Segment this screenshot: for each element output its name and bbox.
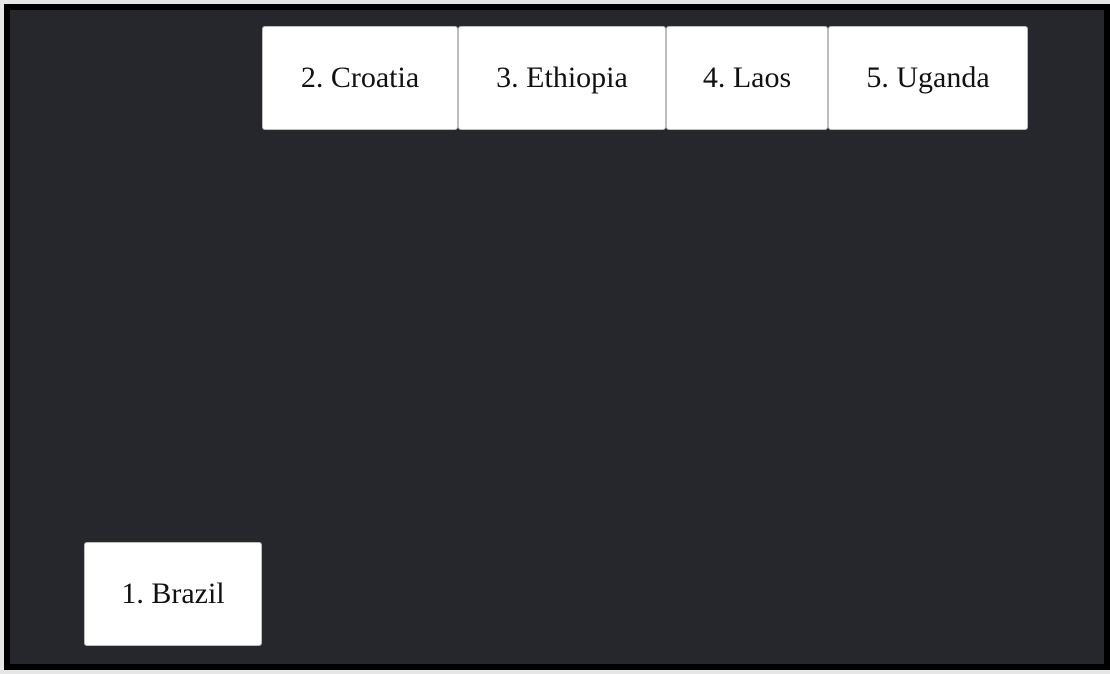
drag-canvas: 1. Brazil 2. Croatia 3. Ethiopia 4. Laos… bbox=[4, 4, 1110, 670]
tile-uganda[interactable]: 5. Uganda bbox=[828, 26, 1028, 130]
tile-croatia[interactable]: 2. Croatia bbox=[262, 26, 458, 130]
tile-ethiopia[interactable]: 3. Ethiopia bbox=[458, 26, 666, 130]
tile-laos[interactable]: 4. Laos bbox=[666, 26, 828, 130]
tile-brazil[interactable]: 1. Brazil bbox=[84, 542, 262, 646]
